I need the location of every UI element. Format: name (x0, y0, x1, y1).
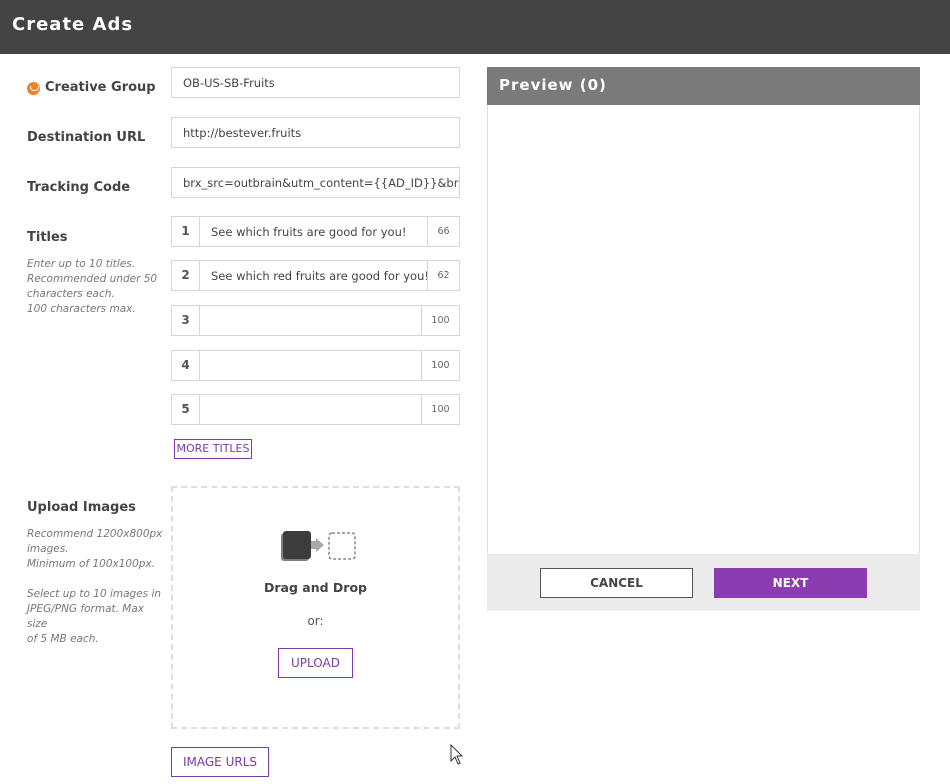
titles-hint-line: Enter up to 10 titles. (27, 258, 136, 270)
upload-hint-line: JPEG/PNG format. Max size (27, 603, 144, 630)
title-row-2: 2 See which red fruits are good for you!… (171, 260, 460, 291)
warning-icon (27, 82, 40, 95)
title-char-count: 62 (427, 261, 459, 290)
image-urls-button[interactable]: IMAGE URLS (171, 747, 269, 777)
destination-url-input[interactable]: http://bestever.fruits (171, 117, 460, 148)
title-number: 3 (172, 306, 200, 335)
or-text: or: (307, 614, 324, 628)
more-titles-button[interactable]: MORE TITLES (174, 439, 252, 459)
title-char-count: 100 (431, 404, 450, 415)
next-button[interactable]: NEXT (714, 568, 867, 598)
titles-hint-line: 100 characters max. (27, 303, 136, 315)
title-row-3: 3 100 (171, 305, 460, 336)
destination-url-label: Destination URL (27, 130, 146, 145)
title-input[interactable] (200, 395, 422, 424)
title-number: 2 (172, 261, 200, 290)
cancel-button[interactable]: CANCEL (540, 568, 693, 598)
titles-hint-line: Recommended under 50 (27, 273, 158, 285)
titles-hint-line: characters each. (27, 288, 115, 300)
page-title: Create Ads (12, 14, 134, 35)
preview-header: Preview (0) (487, 67, 920, 105)
drag-and-drop-icon (281, 531, 356, 561)
upload-hint-line: Select up to 10 images in (27, 588, 162, 600)
title-number: 4 (172, 351, 200, 380)
titles-hint: Enter up to 10 titles. Recommended under… (27, 257, 167, 317)
creative-group-input[interactable]: OB-US-SB-Fruits (171, 67, 460, 98)
tracking-code-input[interactable]: brx_src=outbrain&utm_content={{AD_ID}}&b… (171, 167, 460, 198)
title-input[interactable]: See which fruits are good for you! (200, 217, 427, 246)
mouse-cursor-icon (450, 744, 464, 765)
title-input[interactable] (200, 351, 422, 380)
title-row-4: 4 100 (171, 350, 460, 381)
title-input[interactable] (200, 306, 422, 335)
upload-hint-format: Select up to 10 images in JPEG/PNG forma… (27, 587, 167, 647)
title-row-1: 1 See which fruits are good for you! 66 (171, 216, 460, 247)
upload-button[interactable]: UPLOAD (278, 648, 353, 678)
title-number: 1 (172, 217, 200, 246)
title-char-count: 100 (431, 360, 450, 371)
preview-title: Preview (0) (499, 76, 607, 94)
title-row-5: 5 100 (171, 394, 460, 425)
upload-hint-line: of 5 MB each. (27, 633, 99, 645)
title-char-count: 66 (427, 217, 459, 246)
image-dropzone[interactable]: Drag and Drop or: UPLOAD (171, 486, 460, 729)
upload-images-label: Upload Images (27, 500, 136, 515)
title-char-count: 100 (431, 315, 450, 326)
title-input[interactable]: See which red fruits are good for you! (200, 261, 427, 290)
tracking-code-label: Tracking Code (27, 180, 131, 195)
preview-panel: Preview (0) CANCEL NEXT (487, 67, 920, 611)
drag-and-drop-title: Drag and Drop (264, 580, 367, 595)
preview-footer: CANCEL NEXT (487, 554, 920, 611)
upload-hint-size: Recommend 1200x800px images. Minimum of … (27, 527, 167, 572)
title-number: 5 (172, 395, 200, 424)
upload-hint-line: images. (27, 543, 69, 555)
titles-label: Titles (27, 230, 68, 245)
creative-group-label: Creative Group (45, 80, 156, 95)
upload-hint-line: Minimum of 100x100px. (27, 558, 155, 570)
top-bar: Create Ads (0, 0, 950, 54)
upload-hint-line: Recommend 1200x800px (27, 528, 163, 540)
